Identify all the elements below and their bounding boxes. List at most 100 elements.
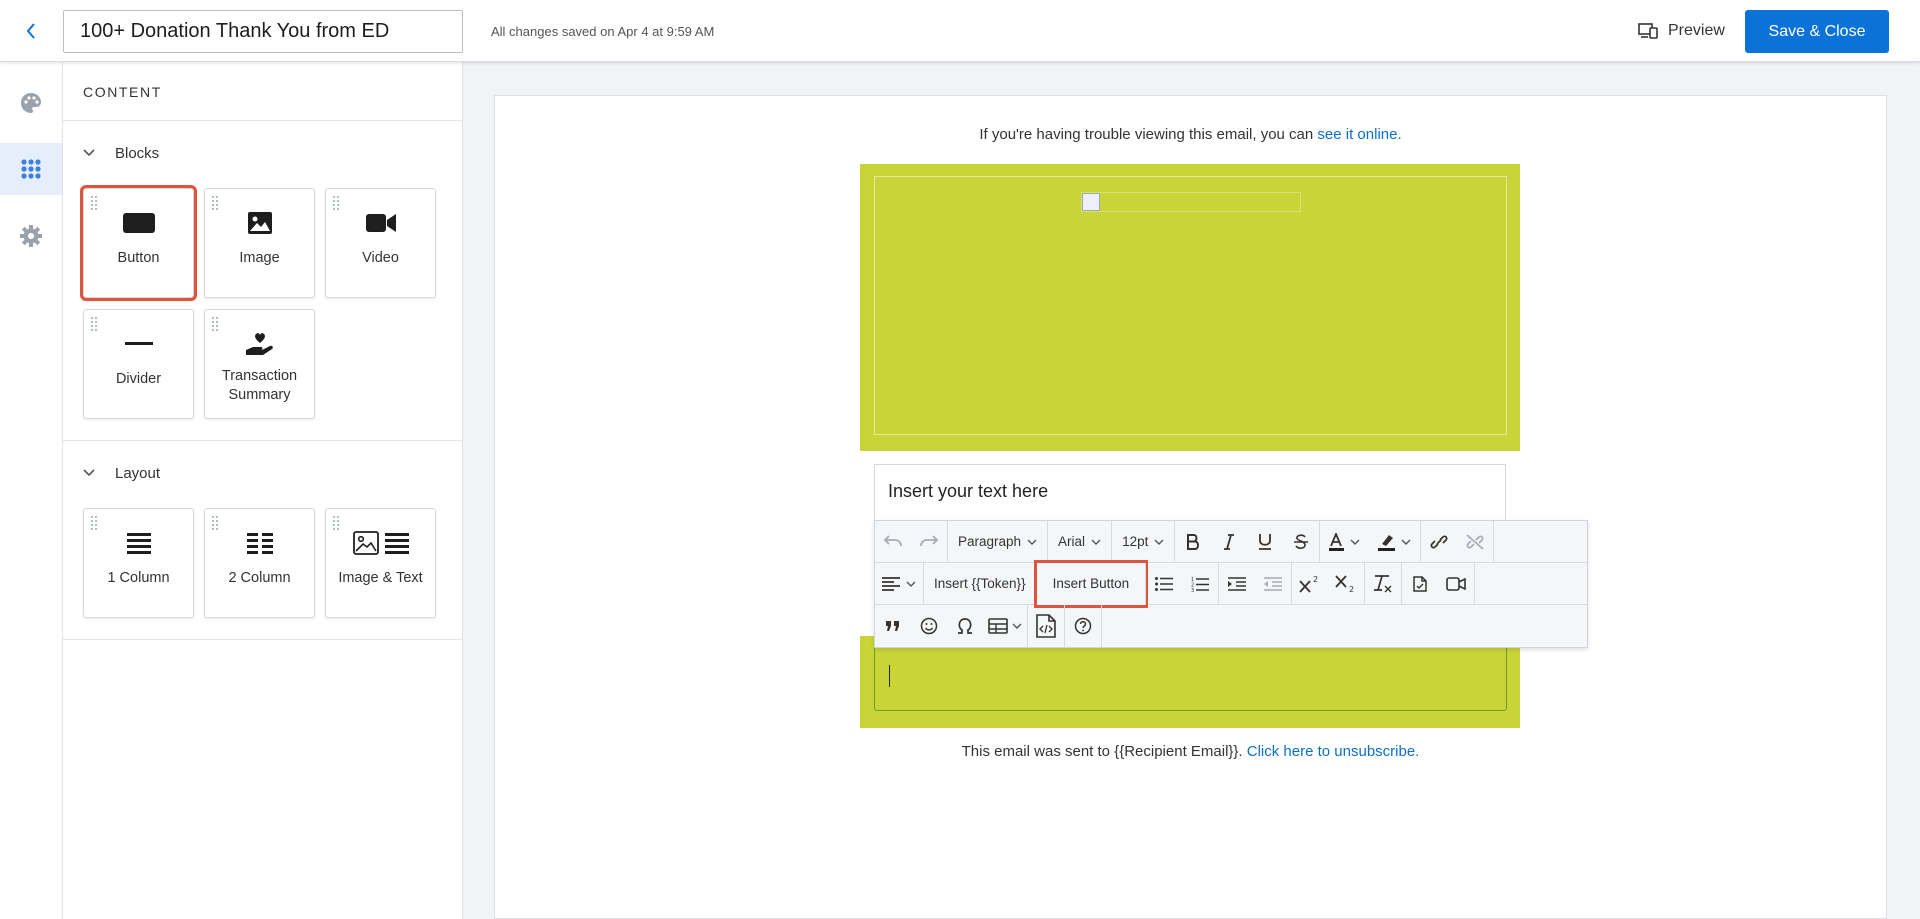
outdent-icon [1264, 576, 1283, 591]
italic-button[interactable] [1211, 525, 1247, 559]
help-icon [1074, 617, 1092, 635]
insert-token-button[interactable]: Insert {{Token}} [924, 567, 1036, 601]
page-scrollbar[interactable] [1911, 62, 1920, 919]
block-tile-image[interactable]: Image [204, 188, 315, 298]
rail-item-settings[interactable] [0, 210, 62, 262]
font-family-select[interactable]: Arial [1048, 534, 1111, 549]
unlink-icon [1466, 533, 1484, 550]
underline-button[interactable] [1247, 525, 1283, 559]
layout-section-toggle[interactable]: Layout [83, 462, 160, 484]
text-color-button[interactable] [1320, 525, 1370, 559]
link-icon [1430, 535, 1448, 548]
toolbar-row-2: Insert {{Token}} Insert Button 123 2 2 [875, 559, 1587, 608]
chevron-down-icon [1154, 539, 1164, 545]
highlight-color-button[interactable] [1370, 525, 1420, 559]
layout-tile-image-text[interactable]: Image & Text [325, 508, 436, 618]
block-tile-divider[interactable]: Divider [83, 309, 194, 419]
block-tile-video[interactable]: Video [325, 188, 436, 298]
blockquote-button[interactable] [875, 609, 911, 643]
help-button[interactable] [1065, 609, 1101, 643]
strikethrough-button[interactable] [1283, 525, 1319, 559]
block-tile-transaction-summary[interactable]: Transaction Summary [204, 309, 315, 419]
clear-format-icon [1374, 574, 1392, 592]
save-status: All changes saved on Apr 4 at 9:59 AM [491, 24, 715, 39]
heart-hand-icon [244, 329, 276, 359]
rail-item-content[interactable] [0, 143, 62, 195]
view-online-link[interactable]: see it online. [1317, 126, 1401, 143]
tile-label: 2 Column [228, 570, 291, 586]
tile-label: 1 Column [107, 570, 170, 586]
align-select[interactable] [875, 567, 923, 601]
subscript-button[interactable]: 2 [1328, 567, 1364, 601]
preview-label: Preview [1668, 22, 1725, 39]
header-banner-block[interactable] [860, 164, 1520, 451]
unsubscribe-link[interactable]: Click here to unsubscribe. [1247, 743, 1420, 760]
two-column-icon [246, 528, 273, 558]
layout-tile-one-column[interactable]: 1 Column [83, 508, 194, 618]
text-block[interactable]: Insert your text here [874, 464, 1506, 522]
body-block[interactable] [860, 636, 1520, 728]
text-color-icon [1329, 532, 1360, 551]
undo-button[interactable] [875, 525, 911, 559]
remove-link-button[interactable] [1457, 525, 1493, 559]
block-tile-button[interactable]: Button [80, 185, 197, 301]
outdent-button[interactable] [1255, 567, 1291, 601]
bold-button[interactable] [1175, 525, 1211, 559]
tile-label: Image & Text [338, 570, 423, 586]
layout-tile-two-column[interactable]: 2 Column [204, 508, 315, 618]
email-title-input[interactable] [63, 10, 463, 53]
footer-text: This email was sent to {{Recipient Email… [961, 743, 1247, 760]
blocks-section-toggle[interactable]: Blocks [83, 142, 159, 164]
toolbar-separator [1101, 605, 1102, 647]
drag-handle-icon [212, 196, 218, 210]
insert-document-button[interactable] [1402, 567, 1438, 601]
save-close-button[interactable]: Save & Close [1745, 10, 1889, 53]
content-panel: CONTENT Blocks Button Image Video Divide… [63, 62, 463, 919]
undo-icon [883, 534, 902, 546]
blocks-heading: Blocks [115, 144, 160, 162]
numbered-list-button[interactable]: 123 [1182, 567, 1218, 601]
view-online-text: If you're having trouble viewing this em… [979, 126, 1318, 143]
bold-icon [1187, 533, 1200, 550]
rail-item-design[interactable] [0, 77, 62, 129]
back-button[interactable] [14, 13, 48, 49]
emoji-button[interactable] [911, 609, 947, 643]
table-select[interactable] [983, 609, 1027, 643]
bullet-list-button[interactable] [1146, 567, 1182, 601]
highlighter-icon [1378, 534, 1411, 551]
insert-button-button[interactable]: Insert Button [1033, 559, 1149, 608]
panel-divider [63, 120, 463, 121]
superscript-button[interactable]: 2 [1292, 567, 1328, 601]
editor-header: All changes saved on Apr 4 at 9:59 AM Pr… [0, 0, 1920, 62]
footer-note: This email was sent to {{Recipient Email… [495, 743, 1886, 760]
bullet-list-icon [1155, 576, 1174, 591]
active-text-editor[interactable] [874, 646, 1507, 711]
toolbar-separator [1493, 520, 1495, 563]
toolbar-row-3 [875, 605, 1587, 647]
drag-handle-icon [333, 196, 339, 210]
insert-video-button[interactable] [1438, 567, 1474, 601]
panel-divider [63, 440, 463, 441]
broken-image-placeholder[interactable] [1081, 192, 1301, 212]
special-character-button[interactable] [947, 609, 983, 643]
drag-handle-icon [91, 516, 97, 530]
redo-button[interactable] [911, 525, 947, 559]
preview-button[interactable]: Preview [1632, 16, 1731, 46]
align-left-icon [882, 576, 916, 591]
underline-icon [1259, 534, 1272, 550]
svg-text:3: 3 [1191, 588, 1194, 592]
view-online-note: If you're having trouble viewing this em… [495, 126, 1886, 143]
text-caret [889, 665, 890, 687]
paragraph-select[interactable]: Paragraph [948, 534, 1047, 549]
tile-label: Divider [115, 371, 162, 387]
gear-icon [20, 225, 42, 247]
clear-formatting-button[interactable] [1365, 567, 1401, 601]
one-column-icon [126, 528, 151, 558]
font-size-select[interactable]: 12pt [1112, 534, 1174, 549]
chevron-down-icon [83, 469, 95, 477]
code-file-icon [1036, 614, 1056, 638]
subscript-icon: 2 [1335, 574, 1354, 593]
source-code-button[interactable] [1028, 609, 1064, 643]
insert-link-button[interactable] [1421, 525, 1457, 559]
indent-button[interactable] [1219, 567, 1255, 601]
